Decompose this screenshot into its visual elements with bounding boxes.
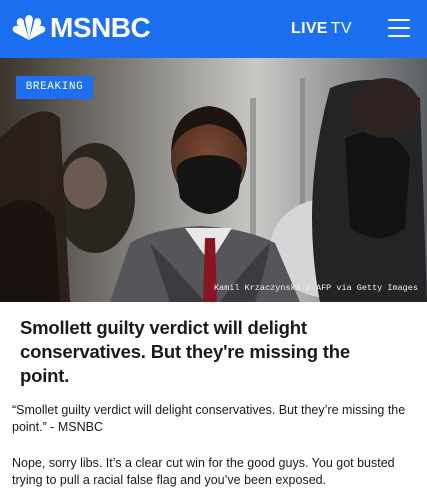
peacock-icon	[12, 15, 46, 40]
site-header: MSNBC LIVE TV	[0, 0, 427, 58]
tv-label: TV	[330, 20, 352, 37]
post-comment: Nope, sorry libs. It’s a clear cut win f…	[12, 456, 395, 487]
post-quote: “Smollet guilty verdict will delight con…	[12, 403, 406, 434]
live-tv-link[interactable]: LIVE TV	[291, 18, 352, 40]
msnbc-logo[interactable]: MSNBC	[10, 11, 151, 45]
article-headline[interactable]: Smollett guilty verdict will delight con…	[20, 316, 350, 388]
photo-credit: Kamil Krzaczynski / AFP via Getty Images	[213, 283, 418, 293]
logo-wordmark: MSNBC	[50, 12, 151, 43]
hamburger-menu-icon[interactable]	[388, 17, 410, 39]
live-label: LIVE	[291, 20, 328, 37]
breaking-badge: BREAKING	[16, 76, 93, 99]
